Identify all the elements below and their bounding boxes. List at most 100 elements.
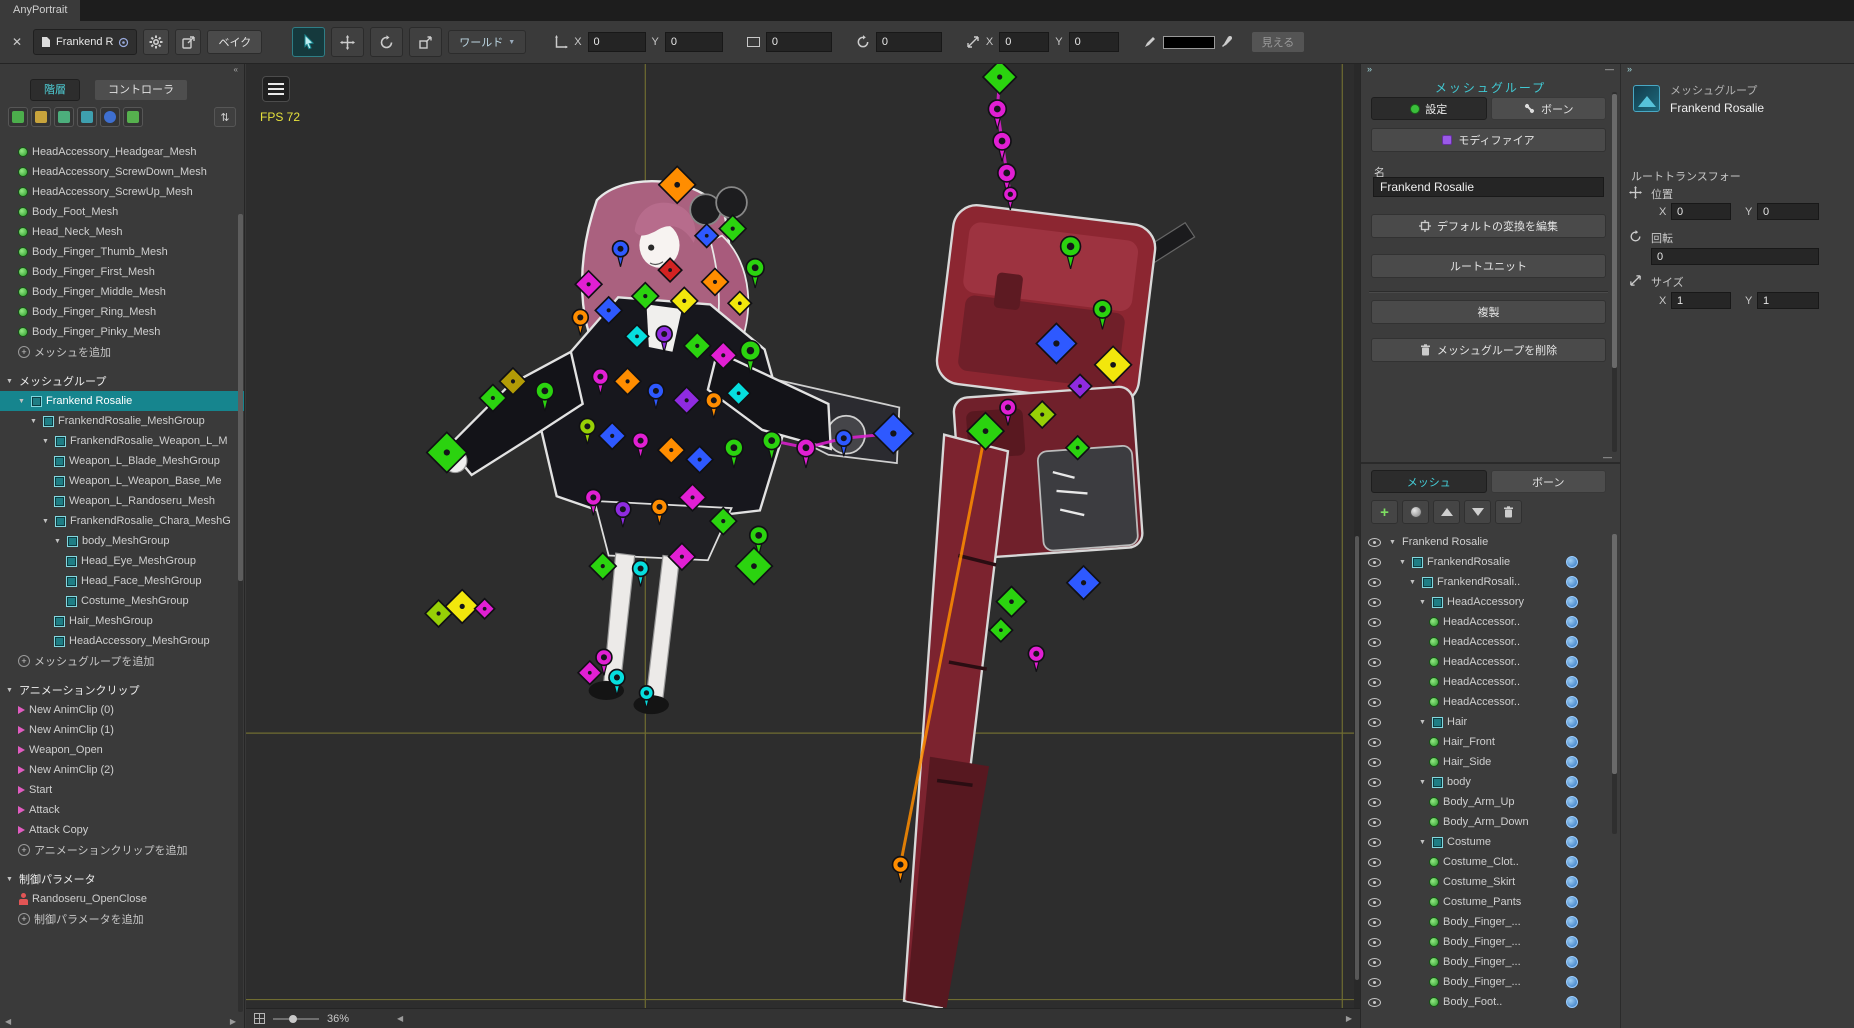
edit-default-transform-button[interactable]: デフォルトの変換を編集 [1371,214,1606,238]
visibility-eye-icon[interactable] [1368,678,1381,687]
tree-item-anim[interactable]: New AnimClip (0) [0,700,244,720]
mesh-ball-button[interactable] [1402,500,1429,524]
close-icon[interactable]: ✕ [7,35,27,49]
bone-marker-diamond[interactable] [578,661,601,684]
filter-meshgroup-icon[interactable] [54,107,74,127]
rotate-tool-button[interactable] [370,27,403,57]
visibility-eye-icon[interactable] [1368,938,1381,947]
tab-bone[interactable]: ボーン [1491,97,1607,120]
meshlist-row[interactable]: ▼FrankendRosalie [1361,552,1612,572]
visibility-eye-icon[interactable] [1368,738,1381,747]
meshlist-row[interactable]: Costume_Pants [1361,892,1612,912]
bone-marker-diamond[interactable] [996,587,1026,617]
meshlist-row[interactable]: Hair_Front [1361,732,1612,752]
modifier-button[interactable]: モディファイア [1371,128,1606,152]
filter-param-icon[interactable] [100,107,120,127]
bone-marker-pin[interactable] [1028,646,1044,672]
tree-item-group[interactable]: Weapon_L_Randoseru_Mesh [0,491,244,511]
visibility-eye-icon[interactable] [1368,798,1381,807]
meshlist-row[interactable]: HeadAccessor.. [1361,692,1612,712]
visibility-eye-icon[interactable] [1368,778,1381,787]
bone-marker-diamond[interactable] [983,64,1016,94]
tree-item-mesh[interactable]: Body_Finger_Pinky_Mesh [0,322,244,342]
tree-item-group[interactable]: Head_Eye_MeshGroup [0,551,244,571]
scale-y-input[interactable] [1069,32,1119,52]
meshlist-row[interactable]: HeadAccessor.. [1361,612,1612,632]
bone-marker-pin[interactable] [993,132,1011,161]
portrait-chip[interactable]: Frankend R [33,29,137,55]
tree-item-mesh[interactable]: HeadAccessory_Headgear_Mesh [0,142,244,162]
root-pos-x-input[interactable] [1671,203,1731,220]
expand-triangle-icon[interactable]: ▼ [30,418,39,425]
app-tab[interactable]: AnyPortrait [0,0,80,21]
visibility-eye-icon[interactable] [1368,638,1381,647]
visibility-eye-icon[interactable] [1368,838,1381,847]
meshlist-row[interactable]: ▼Frankend Rosalie [1361,532,1612,552]
expand-triangle-icon[interactable]: ▼ [6,687,15,694]
tree-item-group[interactable]: Head_Face_MeshGroup [0,571,244,591]
rotation-input[interactable] [876,32,942,52]
viewport-canvas[interactable] [246,64,1360,1028]
tree-item-anim[interactable]: Attack Copy [0,820,244,840]
tree-item-anim[interactable]: Weapon_Open [0,740,244,760]
meshlist-row[interactable]: HeadAccessor.. [1361,632,1612,652]
expand-triangle-icon[interactable]: ▼ [42,518,51,525]
minimize-panel-icon[interactable]: — [1605,64,1614,77]
tree-section-header[interactable]: ▼制御パラメータ [0,869,244,889]
root-rotation-input[interactable] [1651,248,1819,265]
bone-marker-pin[interactable] [1003,187,1017,210]
bone-marker-pin[interactable] [893,857,909,883]
clipping-icon[interactable] [1566,776,1578,788]
bone-marker-diamond[interactable] [736,548,773,585]
meshlist-row[interactable]: Costume_Skirt [1361,872,1612,892]
duplicate-button[interactable]: 複製 [1371,300,1606,324]
tree-add-button[interactable]: +アニメーションクリップを追加 [0,840,244,860]
expand-triangle-icon[interactable]: ▼ [54,538,63,545]
filter-mesh-icon[interactable] [8,107,28,127]
zoom-slider[interactable] [273,1018,319,1020]
bone-marker-pin[interactable] [633,561,649,587]
tree-add-button[interactable]: +メッシュを追加 [0,342,244,362]
clipping-icon[interactable] [1566,656,1578,668]
tree-item-mesh[interactable]: Body_Finger_Ring_Mesh [0,302,244,322]
expand-triangle-icon[interactable]: ▼ [18,398,27,405]
clipping-icon[interactable] [1566,556,1578,568]
bone-marker-pin[interactable] [746,259,764,288]
tab-mesh-list[interactable]: メッシュ [1371,470,1487,493]
tree-item-group[interactable]: ▼FrankendRosalie_MeshGroup [0,411,244,431]
visibility-eye-icon[interactable] [1368,538,1381,547]
tree-item-anim[interactable]: New AnimClip (2) [0,760,244,780]
meshgroup-name-input[interactable] [1373,177,1604,197]
tab-bone-list[interactable]: ボーン [1491,470,1607,493]
expand-triangle-icon[interactable]: ▼ [1419,719,1428,726]
meshlist-row[interactable]: Body_Arm_Up [1361,792,1612,812]
visibility-eye-icon[interactable] [1368,578,1381,587]
visibility-eye-icon[interactable] [1368,898,1381,907]
tree-add-button[interactable]: +制御パラメータを追加 [0,909,244,929]
h-scroll-left-icon[interactable]: ◀ [397,1014,403,1023]
clipping-icon[interactable] [1566,916,1578,928]
coordinate-mode-dropdown[interactable]: ワールド▼ [448,30,526,54]
visibility-eye-icon[interactable] [1368,558,1381,567]
splitter-handle[interactable]: — [1603,452,1612,462]
visibility-eye-icon[interactable] [1368,998,1381,1007]
visibility-eye-icon[interactable] [1368,978,1381,987]
position-x-input[interactable] [588,32,646,52]
bone-marker-pin[interactable] [988,100,1006,129]
tree-item-group[interactable]: Hair_MeshGroup [0,611,244,631]
tree-item-anim[interactable]: New AnimClip (1) [0,720,244,740]
visibility-eye-icon[interactable] [1368,918,1381,927]
tree-item-group[interactable]: ▼FrankendRosalie_Chara_MeshG [0,511,244,531]
bake-button[interactable]: ベイク [207,30,262,54]
meshlist-row[interactable]: Body_Finger_... [1361,932,1612,952]
clipping-icon[interactable] [1566,576,1578,588]
tree-item-group[interactable]: HeadAccessory_MeshGroup [0,631,244,651]
clipping-icon[interactable] [1566,736,1578,748]
visibility-eye-icon[interactable] [1368,818,1381,827]
meshlist-row[interactable]: HeadAccessor.. [1361,652,1612,672]
meshlist-row[interactable]: Hair_Side [1361,752,1612,772]
tree-item-group[interactable]: ▼FrankendRosalie_Weapon_L_M [0,431,244,451]
clipping-icon[interactable] [1566,696,1578,708]
tree-item-mesh[interactable]: HeadAccessory_ScrewDown_Mesh [0,162,244,182]
meshlist-row[interactable]: ▼Costume [1361,832,1612,852]
